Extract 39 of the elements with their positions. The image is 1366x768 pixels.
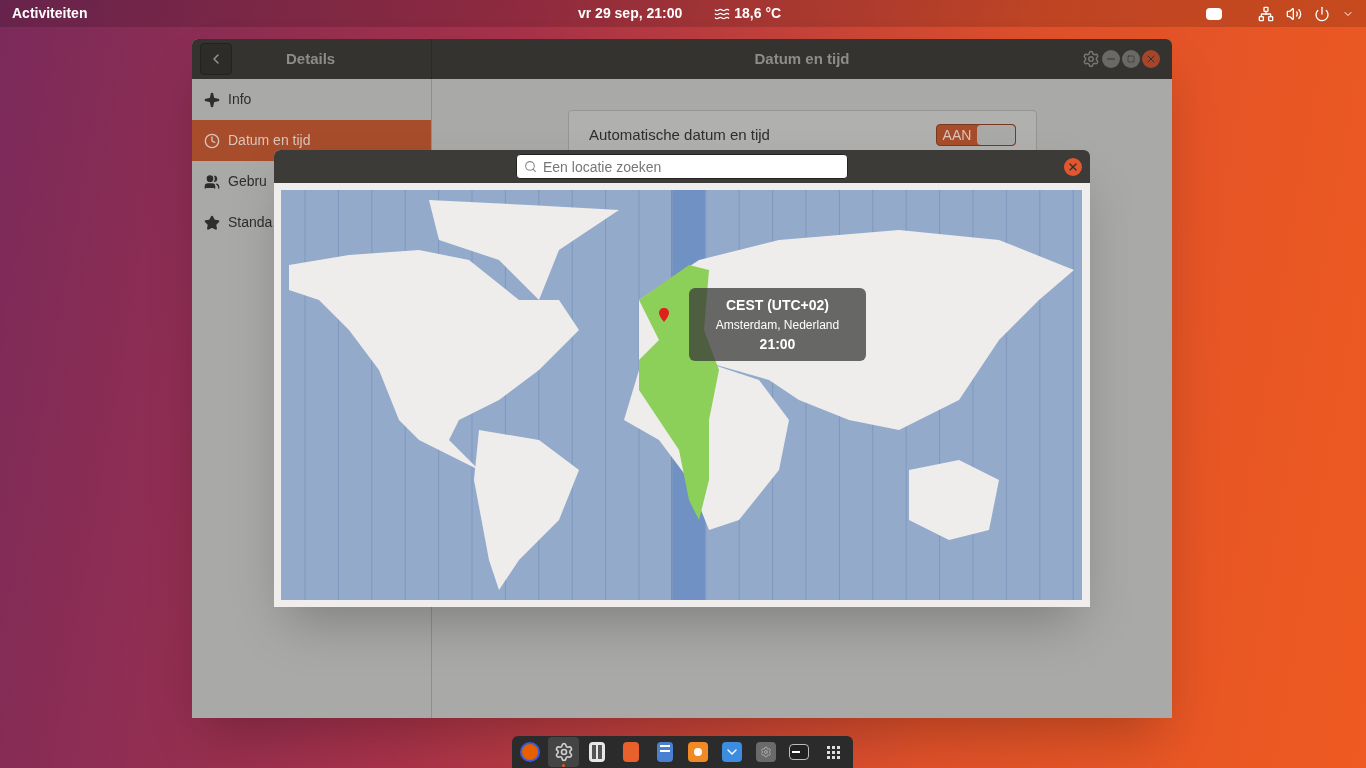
- window-title: Datum en tijd: [754, 48, 850, 69]
- settings-icon: [553, 742, 574, 762]
- users-icon: [204, 173, 220, 190]
- dock-item[interactable]: [547, 737, 580, 767]
- app-square-icon: [688, 742, 709, 762]
- location-name: Amsterdam, Nederland: [715, 316, 840, 334]
- maximize-icon: [1127, 55, 1135, 63]
- shopping-bag-icon: [622, 742, 639, 762]
- sparkle-icon: [204, 91, 220, 108]
- gear-icon: [755, 742, 776, 762]
- search-icon: [524, 160, 537, 173]
- toggle-switch[interactable]: AAN: [936, 124, 1016, 146]
- app-grid-icon: [826, 745, 840, 759]
- sidebar-item[interactable]: Standa: [192, 202, 431, 243]
- local-time: 21:00: [759, 334, 796, 354]
- file-cabinet-icon: [656, 742, 673, 762]
- settings-icon[interactable]: [1082, 50, 1100, 68]
- power-icon[interactable]: [1314, 5, 1330, 22]
- close-button[interactable]: [1064, 157, 1082, 176]
- activities-button[interactable]: Activiteiten: [12, 3, 88, 24]
- network-icon[interactable]: [1258, 5, 1274, 22]
- setting-label: Automatische datum en tijd: [589, 125, 770, 145]
- terminal-icon: [789, 744, 810, 760]
- back-button[interactable]: [200, 43, 232, 75]
- download-icon: [722, 742, 743, 762]
- location-pin-icon: [659, 308, 669, 322]
- weather-text[interactable]: 18,6 °C: [734, 3, 782, 24]
- sidebar-item[interactable]: Gebru: [192, 161, 431, 202]
- sidebar-title: Details: [286, 48, 336, 69]
- close-icon: [1067, 160, 1079, 173]
- search-field[interactable]: Een locatie zoeken: [516, 154, 848, 179]
- timezone-name: CEST (UTC+02): [725, 295, 830, 315]
- star-icon: [204, 214, 220, 231]
- close-icon: [1145, 53, 1157, 65]
- clock-text[interactable]: vr 29 sep, 21:00: [578, 3, 683, 24]
- sidebar-item[interactable]: Info: [192, 79, 431, 120]
- volume-icon[interactable]: [1286, 5, 1302, 22]
- switches-icon: [589, 742, 606, 762]
- clock-icon: [204, 132, 220, 149]
